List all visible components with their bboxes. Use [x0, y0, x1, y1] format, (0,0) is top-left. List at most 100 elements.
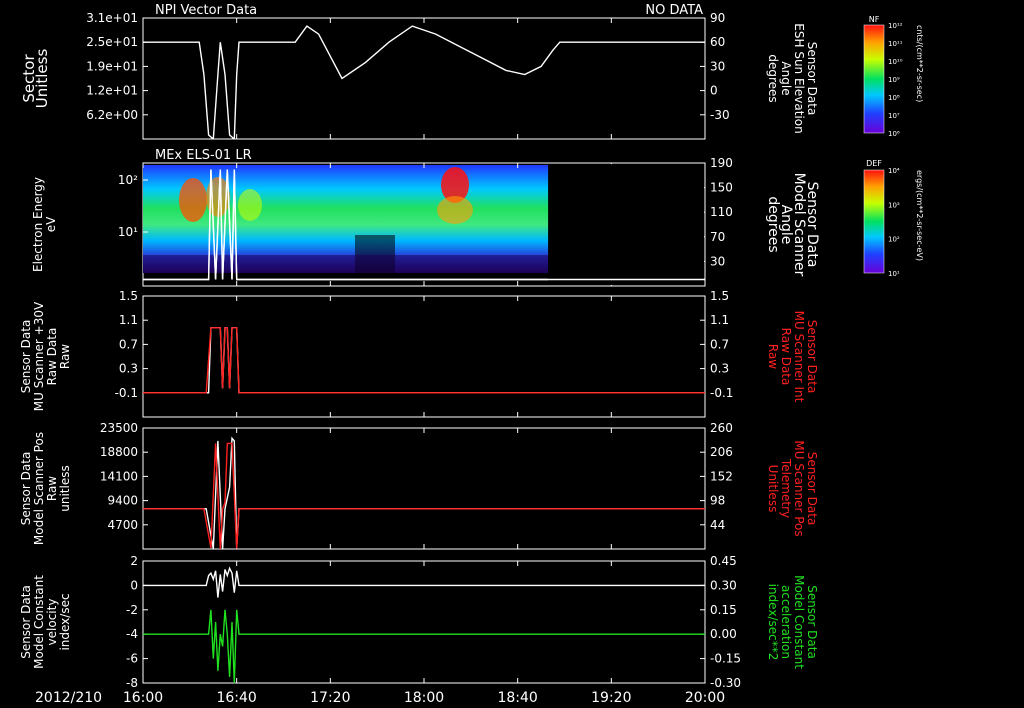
series-line-red — [143, 327, 705, 394]
colorbar-tick-label: 10⁶ — [888, 130, 900, 138]
spectrogram — [143, 165, 555, 273]
y-axis-title-line: Sensor Data — [805, 42, 819, 116]
y-axis-title-line: Unitless — [766, 465, 780, 513]
chart-marks: 16:00 16:40 17:20 18:00 18:40 19:20 20:00 3.1e+… — [19, 11, 820, 706]
panel-1-frame — [142, 17, 706, 140]
y-axis-title-line: Model Scanner Pos — [32, 432, 46, 545]
y-axis-title-line: ESH Sun Elevation — [792, 23, 806, 133]
y-tick-label-right: 0.15 — [710, 603, 737, 617]
colorbar-tick-label: 10⁴ — [888, 167, 900, 175]
y-axis-title-left: Electron EnergyeV — [31, 177, 58, 272]
y-axis-title-line: Model Constant — [792, 575, 806, 669]
y-axis-title-right: Sensor DataESH Sun ElevationAngledegrees — [766, 23, 819, 133]
y-axis-title-line: MU Scanner +30V — [32, 301, 46, 411]
time-tick-label: 19:20 — [591, 690, 631, 706]
colorbar-tick-label: 10² — [888, 236, 900, 244]
y-axis-title-line: degrees — [766, 54, 780, 102]
y-tick-label-right: -30 — [710, 108, 730, 122]
y-tick-label-left: 4700 — [107, 518, 138, 532]
time-tick-label: 20:00 — [685, 690, 725, 706]
series-line-green — [143, 609, 705, 683]
colorbar-tick-label: 10⁸ — [888, 94, 900, 102]
date-label: 2012/210 — [35, 690, 102, 706]
colorbar-nf-units: cnts/(cm**2-sr-sec) — [915, 25, 924, 102]
y-tick-label-right: 30 — [710, 59, 725, 73]
y-tick-label-left: 2 — [130, 554, 138, 568]
y-axis-title-line: eV — [44, 216, 58, 232]
y-axis-title-line: Raw — [45, 476, 59, 501]
y-axis-title-line: velocity — [45, 599, 59, 646]
y-tick-label-left: -8 — [126, 676, 138, 690]
y-axis-title-line: Electron Energy — [31, 177, 45, 272]
colorbar-nf-label: NF — [869, 15, 880, 24]
y-tick-label-right: 206 — [710, 445, 733, 459]
y-tick-label-right: 110 — [710, 205, 733, 219]
y-tick-label-left: 3.1e+01 — [86, 11, 138, 25]
y-tick-label-left: 0 — [130, 578, 138, 592]
colorbar-def-fill — [863, 169, 885, 274]
y-tick-label-left: 0.7 — [119, 337, 138, 351]
y-tick-label-left: 6.2e+00 — [86, 108, 138, 122]
y-axis-title-line: Sensor Data — [19, 320, 33, 394]
y-tick-label-left: -4 — [126, 627, 138, 641]
y-tick-label-left: 9400 — [107, 494, 138, 508]
y-axis-title-line: unitless — [58, 465, 72, 511]
y-tick-label-left: 1.5 — [119, 289, 138, 303]
time-tick-label: 16:00 — [123, 690, 163, 706]
y-tick-label-right: 1.5 — [710, 289, 729, 303]
y-axis-title-line: MU Scanner Pos — [792, 440, 806, 536]
colorbar-def-label: DEF — [866, 159, 882, 168]
y-axis-title-line: degrees — [765, 196, 781, 252]
y-axis-title-line: Raw Data — [779, 328, 793, 386]
y-tick-label-right: 44 — [710, 518, 725, 532]
spectrogram-hotspot-5 — [437, 196, 473, 224]
time-tick-label: 18:40 — [497, 690, 537, 706]
y-tick-label-left: 14100 — [100, 469, 138, 483]
y-tick-label-left: 18800 — [100, 445, 138, 459]
y-axis-title-left: Sensor DataModel Scanner PosRawunitless — [19, 432, 72, 545]
y-axis-title-line: index/sec**2 — [766, 584, 780, 661]
panel-3-frame — [142, 295, 706, 418]
colorbar-tick-label: 10¹ — [888, 270, 900, 278]
y-tick-label-left: -6 — [126, 652, 138, 666]
y-axis-title-line: Raw — [58, 344, 72, 369]
colorbar-nf: NF 10¹² 10¹¹ 10¹⁰ 10⁹ 10⁸ 10⁷ 10⁶ cnts/(cm**2-… — [863, 15, 924, 138]
y-axis-title-line: index/sec — [58, 593, 72, 650]
y-tick-label-right: 30 — [710, 254, 725, 268]
panel-1-status: NO DATA — [645, 3, 703, 18]
y-axis-title-right: Sensor DataModel ScannerAngledegrees — [765, 173, 820, 277]
y-tick-label-left: 10² — [118, 173, 138, 187]
y-tick-label-left: 1.9e+01 — [86, 59, 138, 73]
time-tick-label: 16:40 — [216, 690, 256, 706]
colorbar-tick-label: 10⁹ — [888, 76, 900, 84]
y-tick-label-right: 0.00 — [710, 627, 737, 641]
y-tick-label-right: 70 — [710, 230, 725, 244]
y-axis-title-line: Sensor Data — [19, 452, 33, 526]
y-axis-title-line: MU Scanner Int — [792, 311, 806, 403]
y-axis-title-right: Sensor DataMU Scanner PosTelemetryUnitle… — [766, 440, 819, 536]
y-tick-label-right: 1.1 — [710, 313, 729, 327]
y-axis-title-left: Sensor DataMU Scanner +30VRaw DataRaw — [19, 301, 72, 411]
y-axis-title-line: Raw Data — [45, 328, 59, 386]
y-axis-title-line: acceleration — [779, 585, 793, 659]
heatmap-no-data-region — [548, 164, 704, 285]
colorbar-tick-label: 10⁷ — [888, 112, 900, 120]
colorbar-def-ticks: 10⁴ 10³ 10² 10¹ — [888, 167, 900, 278]
y-tick-label-left: 23500 — [100, 421, 138, 435]
time-tick-label: 17:20 — [310, 690, 350, 706]
colorbar-nf-ticks: 10¹² 10¹¹ 10¹⁰ 10⁹ 10⁸ 10⁷ 10⁶ — [888, 22, 903, 138]
y-tick-label-left: -0.1 — [115, 386, 138, 400]
y-tick-label-right: 0.45 — [710, 554, 737, 568]
y-tick-label-left: 10¹ — [118, 225, 138, 239]
y-tick-label-left: -2 — [126, 603, 138, 617]
y-tick-label-right: 0.30 — [710, 578, 737, 592]
y-tick-label-right: -0.15 — [710, 652, 741, 666]
colorbar-tick-label: 10³ — [888, 201, 900, 209]
y-tick-label-left: 1.2e+01 — [86, 84, 138, 98]
y-axis-title-line: Sensor Data — [805, 585, 819, 659]
y-axis-title-right: Sensor DataMU Scanner IntRaw DataRaw — [766, 311, 819, 403]
y-tick-label-right: -0.30 — [710, 676, 741, 690]
panel-5-frame — [142, 560, 706, 684]
y-axis-title-line: Angle — [779, 61, 793, 95]
panel-2-title: MEx ELS-01 LR — [155, 148, 252, 163]
